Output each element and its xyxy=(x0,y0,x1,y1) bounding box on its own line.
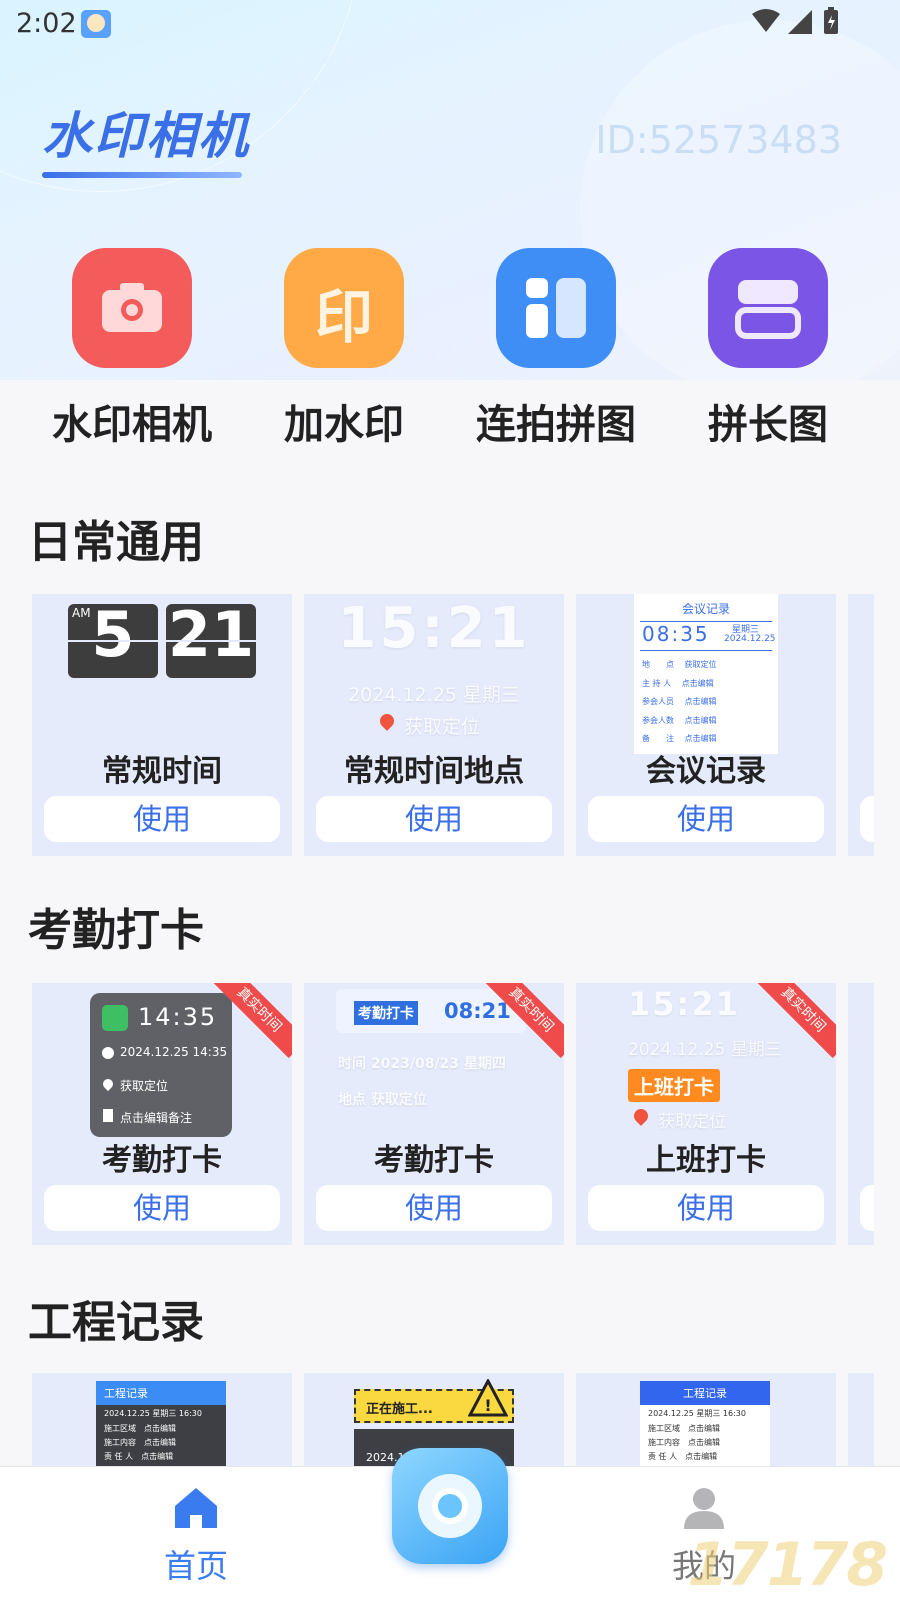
engineering-record-preview: 工程记录 2024.12.25 星期三 16:30 施工区域 点击编辑 施工内容… xyxy=(640,1381,770,1466)
site-watermark: 17178 xyxy=(687,1530,888,1600)
bookmark-icon xyxy=(103,1109,113,1122)
template-card-partial[interactable] xyxy=(848,1373,874,1466)
home-icon xyxy=(175,1488,217,1528)
brand-underline xyxy=(42,172,242,178)
meeting-record-preview: 会议记录 08:35 星期三 2024.12.25 地 点 获取定位 主 持 人… xyxy=(634,594,778,754)
location-pin-icon xyxy=(100,1076,116,1092)
tool-label: 水印相机 xyxy=(52,402,212,448)
template-card-partial[interactable] xyxy=(848,983,874,1245)
template-row-attendance[interactable]: 14:35 2024.12.25 14:35 获取定位 点击编辑备注 真实时间 … xyxy=(0,983,900,1245)
warning-icon: ! xyxy=(468,1379,508,1417)
tool-label: 拼长图 xyxy=(708,402,828,448)
template-card[interactable]: 考勤打卡 08:21 时间 2023/08/23 星期四 地点 获取定位 真实时… xyxy=(304,983,564,1245)
signal-icon xyxy=(788,10,812,34)
tool-label: 连拍拼图 xyxy=(476,402,636,448)
calendar-check-icon xyxy=(102,1005,128,1031)
template-card[interactable]: 工程记录 2024.12.25 星期三 16:30 施工区域 点击编辑 施工内容… xyxy=(32,1373,292,1466)
tool-burst-collage[interactable]: 连拍拼图 xyxy=(456,248,656,450)
nav-home-label: 首页 xyxy=(163,1547,228,1585)
tool-long-image[interactable]: 拼长图 xyxy=(668,248,868,450)
attendance-preview: 14:35 2024.12.25 14:35 获取定位 点击编辑备注 xyxy=(90,993,232,1137)
use-button[interactable]: 使用 xyxy=(588,796,824,842)
use-button[interactable]: 使用 xyxy=(44,1185,280,1231)
template-card-partial[interactable] xyxy=(848,594,874,856)
location-pin-icon xyxy=(631,1106,651,1126)
section-title-engineering: 工程记录 xyxy=(28,1297,204,1348)
use-button[interactable]: 使用 xyxy=(316,1185,552,1231)
template-name: 常规时间地点 xyxy=(344,754,524,789)
template-card[interactable]: 15:21 2024.12.25 星期三 获取定位 常规时间地点 使用 xyxy=(304,594,564,856)
engineering-record-preview: 工程记录 2024.12.25 星期三 16:30 施工区域 点击编辑 施工内容… xyxy=(96,1381,226,1466)
svg-text:!: ! xyxy=(484,1396,491,1415)
collage-icon xyxy=(496,248,616,368)
template-card[interactable]: 15:21 2024.12.25 星期三 上班打卡 获取定位 真实时间 上班打卡… xyxy=(576,983,836,1245)
template-row-daily[interactable]: AM 5 21 常规时间 使用 15:21 2024.12.25 星期三 获取定… xyxy=(0,594,900,856)
status-bar: 2:02 xyxy=(0,0,900,48)
app-brand: 水印相机 xyxy=(42,96,250,178)
brand-title: 水印相机 xyxy=(42,107,250,165)
template-card[interactable]: 会议记录 08:35 星期三 2024.12.25 地 点 获取定位 主 持 人… xyxy=(576,594,836,856)
template-name: 常规时间 xyxy=(102,754,222,789)
template-card[interactable]: AM 5 21 常规时间 使用 xyxy=(32,594,292,856)
template-name: 会议记录 xyxy=(646,754,766,789)
tool-add-watermark[interactable]: 印 加水印 xyxy=(244,248,444,450)
user-icon xyxy=(684,1488,724,1529)
template-card[interactable]: 工程记录 2024.12.25 星期三 16:30 施工区域 点击编辑 施工内容… xyxy=(576,1373,836,1466)
status-time: 2:02 xyxy=(16,8,77,39)
use-button[interactable]: 使用 xyxy=(44,796,280,842)
use-button[interactable]: 使用 xyxy=(316,796,552,842)
nav-home[interactable]: 首页 xyxy=(126,1485,266,1587)
use-button[interactable]: 使用 xyxy=(588,1185,824,1231)
stamp-icon: 印 xyxy=(284,248,404,368)
camera-shutter-button[interactable] xyxy=(392,1448,508,1564)
tool-watermark-camera[interactable]: 水印相机 xyxy=(32,248,232,450)
location-pin-icon xyxy=(377,711,397,731)
template-name: 考勤打卡 xyxy=(374,1143,494,1178)
construction-banner: 正在施工... ! xyxy=(354,1379,514,1423)
template-card[interactable]: 14:35 2024.12.25 14:35 获取定位 点击编辑备注 真实时间 … xyxy=(32,983,292,1245)
template-name: 考勤打卡 xyxy=(102,1143,222,1178)
wifi-icon xyxy=(752,9,780,32)
camera-lens-icon xyxy=(418,1474,482,1538)
section-title-attendance: 考勤打卡 xyxy=(28,905,204,956)
tool-label: 加水印 xyxy=(284,402,404,448)
status-icons xyxy=(750,6,850,42)
clock-icon xyxy=(102,1047,114,1059)
template-name: 上班打卡 xyxy=(646,1143,766,1178)
long-image-icon xyxy=(708,248,828,368)
user-id: ID:52573483 xyxy=(595,118,842,162)
section-title-daily: 日常通用 xyxy=(28,517,204,568)
notification-app-icon xyxy=(81,10,111,38)
camera-icon xyxy=(72,248,192,368)
